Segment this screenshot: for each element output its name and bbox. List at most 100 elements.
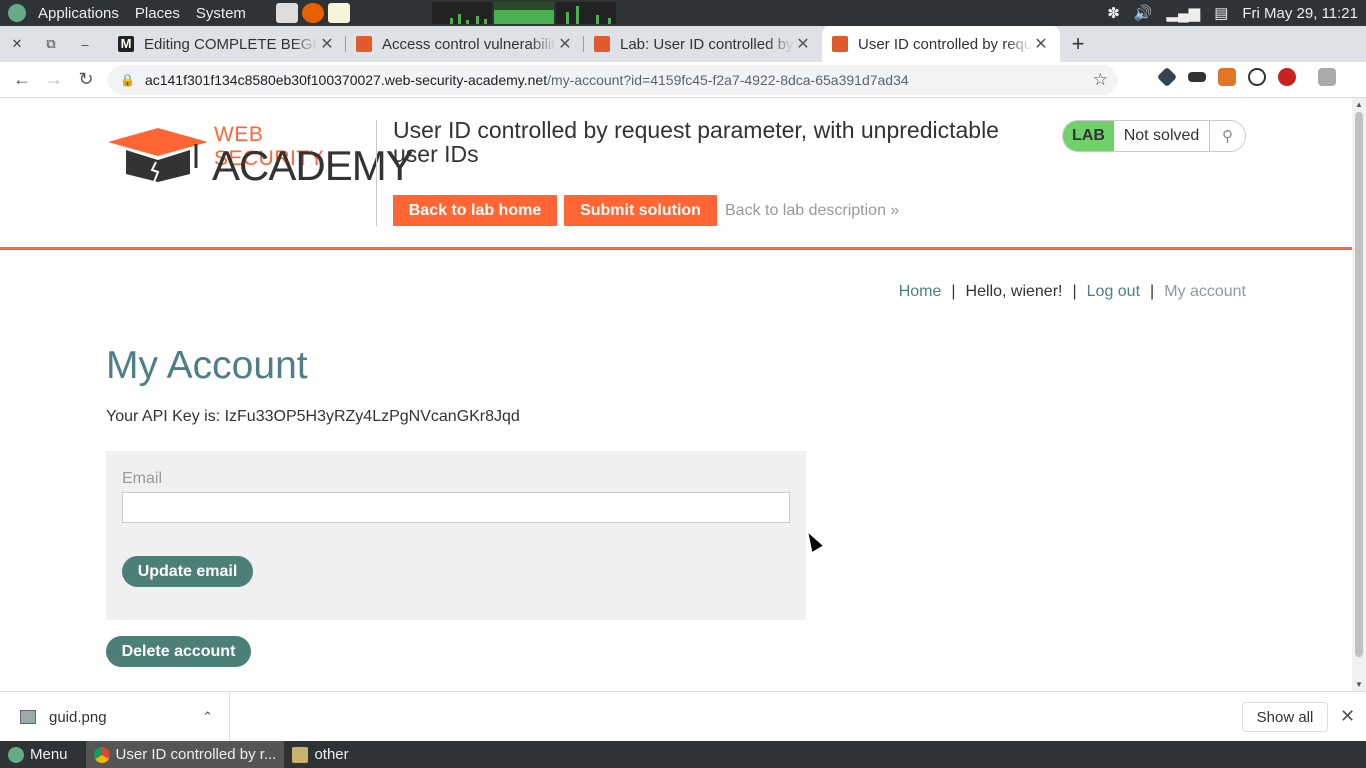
browser-tab-bar: ✕ ⧉ – M Editing COMPLETE BEGIN ✕ Access …	[0, 26, 1366, 62]
lab-header: WEB SECURITY ACADEMY User ID controlled …	[0, 98, 1352, 250]
adblock-plus-icon[interactable]	[1278, 68, 1296, 86]
url-host: ac141f301f134c8580eb30f100370027.web-sec…	[144, 72, 548, 88]
address-bar[interactable]: 🔒 ac141f301f134c8580eb30f100370027.web-s…	[108, 65, 1118, 95]
menu-system[interactable]: System	[196, 5, 246, 22]
back-to-lab-description-link[interactable]: Back to lab description »	[725, 202, 899, 220]
show-all-button[interactable]: Show all	[1242, 702, 1328, 732]
volume-icon[interactable]: 🔊	[1134, 4, 1153, 22]
taskbar-chrome-window[interactable]: User ID controlled by r...	[85, 741, 285, 768]
update-email-form: Email Update email	[106, 451, 806, 620]
clipboard-icon[interactable]: ▤	[1214, 4, 1228, 22]
extension-b-icon[interactable]	[1248, 68, 1266, 86]
text-editor-launcher-icon[interactable]	[327, 3, 350, 23]
menu-applications[interactable]: Applications	[38, 5, 119, 22]
api-key-text: Your API Key is: IzFu33OP5H3yRZy4LzPgNVc…	[106, 408, 520, 425]
home-link[interactable]: Home	[899, 283, 942, 300]
tab-title: User ID controlled by requ	[858, 35, 1032, 53]
download-item[interactable]: guid.png ⌃	[0, 692, 230, 742]
menu-logo-icon	[8, 746, 24, 763]
lab-status-badge: LAB Not solved ⚲	[1062, 120, 1246, 152]
email-field[interactable]	[122, 492, 790, 523]
portswigger-favicon-icon	[356, 36, 372, 52]
tab-access-control[interactable]: Access control vulnerabiliti ✕	[346, 26, 584, 62]
submit-solution-button[interactable]: Submit solution	[564, 195, 717, 226]
chrome-icon	[93, 746, 110, 763]
extension-tools-icon[interactable]	[1318, 68, 1336, 86]
email-label: Email	[122, 470, 163, 487]
page-scrollbar[interactable]: ▲ ▼	[1352, 98, 1366, 691]
tab-close-icon[interactable]: ✕	[318, 34, 336, 54]
tab-title: Access control vulnerabiliti	[382, 35, 556, 53]
header-divider	[376, 120, 377, 226]
download-bar: guid.png ⌃ Show all ✕	[0, 691, 1366, 742]
window-minimize-icon[interactable]: –	[68, 26, 102, 62]
metamask-fox-icon[interactable]	[1218, 68, 1236, 86]
download-filename: guid.png	[49, 708, 107, 726]
terminal-launcher-icon[interactable]	[275, 3, 298, 23]
my-account-link[interactable]: My account	[1164, 283, 1246, 300]
lock-icon[interactable]: 🔒	[120, 73, 135, 87]
tab-user-id-active[interactable]: User ID controlled by requ ✕	[822, 26, 1060, 62]
tab-close-icon[interactable]: ✕	[556, 34, 574, 54]
lab-status-text: Not solved	[1114, 121, 1210, 151]
account-nav: Home | Hello, wiener! | Log out | My account	[899, 283, 1246, 301]
page-title: My Account	[106, 344, 308, 387]
network-graph	[555, 2, 616, 24]
reload-icon[interactable]: ↻	[70, 64, 102, 96]
greeting-text: Hello, wiener!	[965, 283, 1063, 300]
logo-text-bottom: ACADEMY	[212, 142, 414, 189]
os-top-panel: Applications Places System ✽ 🔊 ▂▄▆ ▤ Fri…	[0, 0, 1366, 26]
web-security-academy-logo[interactable]: WEB SECURITY ACADEMY	[108, 123, 414, 189]
cpu-graph	[431, 2, 492, 24]
taskbar-menu[interactable]: Menu	[0, 741, 76, 768]
taskbar-task-label: other	[314, 746, 349, 763]
web-page: WEB SECURITY ACADEMY User ID controlled …	[0, 98, 1352, 691]
forward-arrow-icon[interactable]: →	[38, 64, 70, 96]
clock[interactable]: Fri May 29, 11:21	[1242, 5, 1358, 22]
window-restore-icon[interactable]: ⧉	[34, 26, 68, 62]
firefox-launcher-icon[interactable]	[301, 3, 324, 23]
scroll-up-icon[interactable]: ▲	[1352, 100, 1366, 109]
tab-close-icon[interactable]: ✕	[1032, 34, 1050, 54]
back-arrow-icon[interactable]: ←	[6, 64, 38, 96]
lab-badge-label: LAB	[1063, 121, 1114, 151]
flask-icon: ⚲	[1222, 128, 1233, 145]
log-out-link[interactable]: Log out	[1087, 283, 1140, 300]
distro-logo-icon[interactable]	[8, 4, 26, 22]
nav-separator: |	[1072, 283, 1077, 300]
delete-account-button[interactable]: Delete account	[106, 636, 251, 667]
tab-title: Editing COMPLETE BEGIN	[144, 35, 318, 53]
bluetooth-icon[interactable]: ✽	[1107, 4, 1120, 22]
taskbar-menu-label: Menu	[30, 746, 68, 763]
image-file-icon	[20, 710, 36, 724]
portswigger-favicon-icon	[594, 36, 610, 52]
scrollbar-thumb[interactable]	[1355, 112, 1363, 657]
bookmark-star-icon[interactable]: ☆	[1093, 70, 1108, 90]
url-path: /my-account?id=4159fc45-f2a7-4922-8dca-6…	[547, 72, 909, 88]
lab-title: User ID controlled by request parameter,…	[393, 117, 999, 167]
taskbar-task-label: User ID controlled by r...	[115, 746, 277, 763]
extension-mask-icon[interactable]	[1188, 72, 1206, 82]
tab-editing[interactable]: M Editing COMPLETE BEGIN ✕	[108, 26, 346, 62]
scroll-down-icon[interactable]: ▼	[1352, 680, 1366, 689]
extensions-area	[1156, 66, 1336, 88]
folder-icon	[292, 746, 309, 763]
nav-separator: |	[951, 283, 956, 300]
taskbar-folder-window[interactable]: other	[284, 741, 356, 768]
medium-favicon-icon: M	[118, 36, 134, 52]
browser-toolbar: ← → ↻ 🔒 ac141f301f134c8580eb30f100370027…	[0, 62, 1366, 98]
tab-lab[interactable]: Lab: User ID controlled by ✕	[584, 26, 822, 62]
memory-graph	[493, 2, 554, 24]
menu-places[interactable]: Places	[135, 5, 180, 22]
window-close-icon[interactable]: ✕	[0, 26, 34, 62]
extension-cube-icon[interactable]	[1156, 66, 1178, 88]
new-tab-button[interactable]: +	[1060, 26, 1096, 62]
back-to-lab-home-button[interactable]: Back to lab home	[393, 195, 557, 226]
graduation-cap-icon	[108, 128, 208, 182]
chevron-up-icon[interactable]: ⌃	[202, 709, 213, 725]
close-download-bar-icon[interactable]: ✕	[1340, 706, 1355, 727]
portswigger-favicon-icon	[832, 36, 848, 52]
update-email-button[interactable]: Update email	[122, 556, 253, 587]
network-signal-icon[interactable]: ▂▄▆	[1167, 4, 1201, 22]
tab-close-icon[interactable]: ✕	[794, 34, 812, 54]
